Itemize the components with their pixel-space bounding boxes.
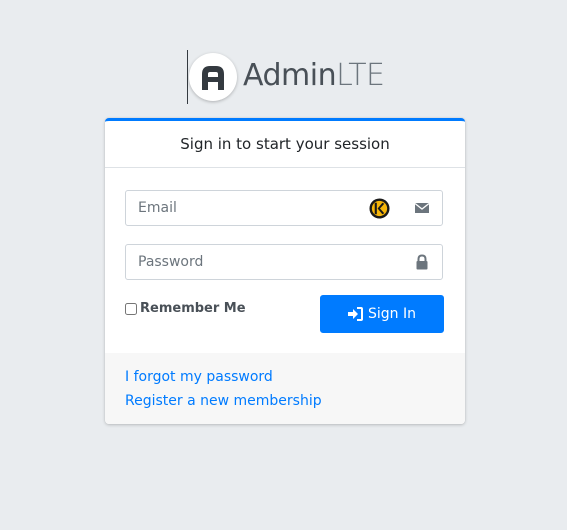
brand-name-light: LTE <box>336 58 385 93</box>
sign-in-icon <box>348 307 363 321</box>
login-footer: I forgot my password Register a new memb… <box>105 353 465 424</box>
adminlte-logo-icon <box>189 53 237 101</box>
sign-in-button[interactable]: Sign In <box>320 295 444 333</box>
remember-me-checkbox[interactable] <box>125 302 137 315</box>
login-box-message: Sign in to start your session <box>105 121 465 168</box>
email-input-group <box>125 190 443 226</box>
password-input[interactable] <box>126 245 396 279</box>
lock-icon <box>416 254 428 270</box>
remember-me[interactable]: Remember Me <box>125 301 246 316</box>
login-card: Sign in to start your session Remember M… <box>105 118 465 424</box>
sign-in-label: Sign In <box>368 306 416 322</box>
password-input-group <box>125 244 443 280</box>
brand-name: AdminLTE <box>243 58 385 94</box>
remember-me-label: Remember Me <box>140 301 246 316</box>
brand-name-bold: Admin <box>243 58 337 93</box>
logo-divider <box>187 50 188 104</box>
register-link[interactable]: Register a new membership <box>125 393 322 409</box>
forgot-password-link[interactable]: I forgot my password <box>125 369 273 385</box>
email-input[interactable] <box>126 191 396 225</box>
keeper-icon[interactable] <box>369 198 390 219</box>
envelope-icon <box>414 202 430 213</box>
